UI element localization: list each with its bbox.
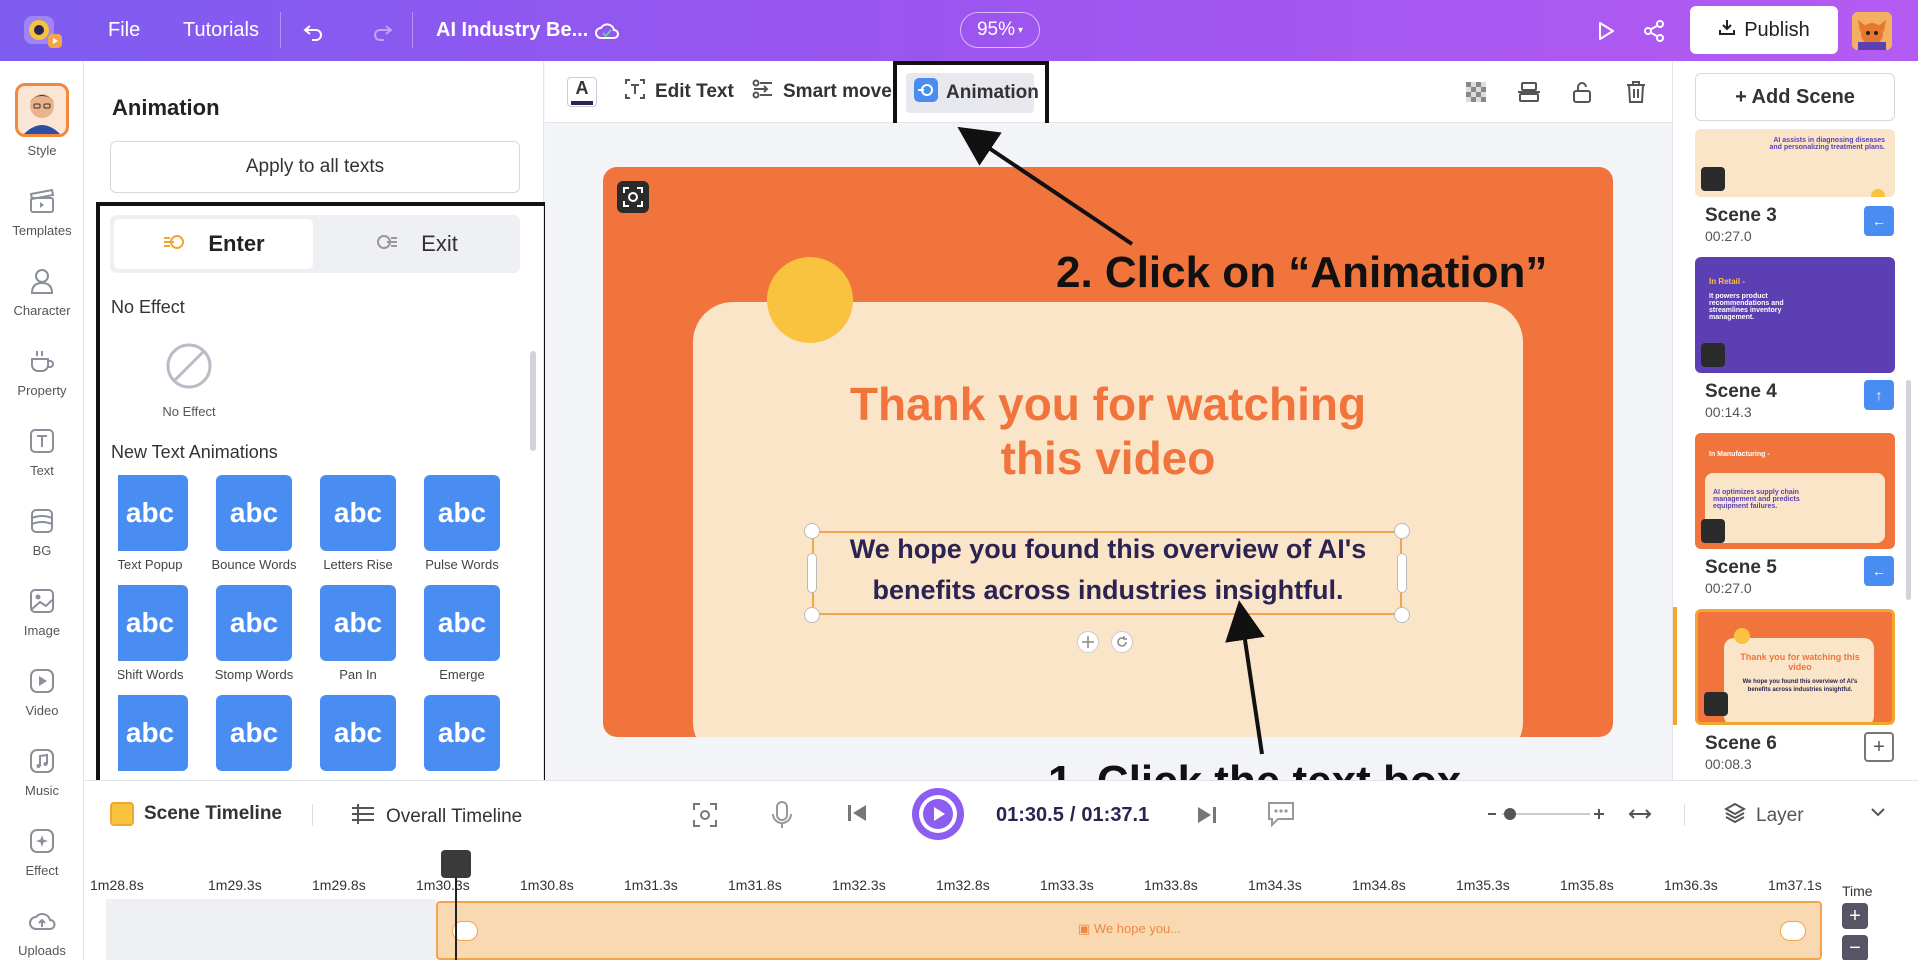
ruler-tick: 1m30.8s — [520, 877, 574, 893]
scene-label: Scene 6 — [1705, 733, 1777, 754]
time-zoom-out-icon[interactable]: − — [1842, 935, 1868, 960]
ruler-tick: 1m37.1s — [1768, 877, 1822, 893]
scenes-scrollbar[interactable] — [1906, 380, 1911, 600]
scene-transition-up-icon[interactable]: ↑ — [1864, 380, 1894, 410]
scene-thumb-5[interactable]: In Manufacturing - AI optimizes supply c… — [1695, 433, 1895, 549]
time-zoom-in-icon[interactable]: + — [1842, 903, 1868, 929]
ruler-tick: 1m33.8s — [1144, 877, 1198, 893]
text-track-clip[interactable]: ▣ We hope you... — [436, 901, 1822, 960]
ruler-tick: 1m34.3s — [1248, 877, 1302, 893]
total-time: 01:37.1 — [1081, 804, 1150, 826]
ruler-tick: 1m35.3s — [1456, 877, 1510, 893]
scene-transition-left-icon[interactable]: ← — [1864, 556, 1894, 586]
scene-label: Scene 3 — [1705, 205, 1777, 226]
current-scene-indicator — [1673, 607, 1677, 725]
ruler-tick: 1m31.3s — [624, 877, 678, 893]
time-readout: 01:30.5 / 01:37.1 — [996, 804, 1150, 826]
layers-icon — [1723, 802, 1747, 830]
chevron-down-icon[interactable] — [1868, 802, 1888, 822]
timeline-ruler: 1m28.8s 1m29.3s 1m29.8s 1m30.3s 1m30.8s … — [84, 877, 1824, 899]
current-time: 01:30.5 — [996, 804, 1064, 826]
ruler-tick: 1m29.3s — [208, 877, 262, 893]
overall-timeline-tab[interactable]: Overall Timeline — [350, 802, 522, 832]
skip-back-icon[interactable] — [846, 802, 868, 824]
scene-transition-left-icon[interactable]: ← — [1864, 206, 1894, 236]
track-clip-label: ▣ We hope you... — [1078, 921, 1182, 936]
camera-focus-icon — [1701, 519, 1725, 543]
scene-thumb-4[interactable]: In Retail - It powers product recommenda… — [1695, 257, 1895, 373]
ruler-tick: 1m32.3s — [832, 877, 886, 893]
ruler-tick: 1m28.8s — [90, 877, 144, 893]
ruler-tick: 1m35.8s — [1560, 877, 1614, 893]
exit-animation-marker-icon[interactable] — [1780, 921, 1806, 941]
scene-label: Scene 4 — [1705, 381, 1777, 402]
scene-thumb-top[interactable]: AI assists in diagnosing diseases and pe… — [1695, 129, 1895, 197]
empty-track-area — [106, 899, 436, 960]
playhead-line — [455, 878, 457, 960]
camera-focus-icon — [1701, 343, 1725, 367]
ruler-tick: 1m36.3s — [1664, 877, 1718, 893]
yellow-circle-shape — [1871, 189, 1885, 197]
text-icon: ▣ — [1078, 921, 1091, 936]
scene-time: 00:27.0 — [1705, 228, 1752, 244]
divider — [312, 804, 313, 826]
subtitles-icon[interactable] — [1266, 800, 1296, 828]
playhead-handle[interactable] — [441, 850, 471, 878]
ruler-tick: 1m29.8s — [312, 877, 366, 893]
fit-width-icon[interactable] — [1628, 802, 1652, 826]
focus-camera-icon[interactable] — [692, 802, 718, 828]
add-scene-plus-icon[interactable]: + — [1864, 732, 1894, 762]
ruler-tick: 1m34.8s — [1352, 877, 1406, 893]
play-button[interactable] — [912, 788, 964, 840]
overall-timeline-icon — [350, 802, 376, 832]
add-scene-button[interactable]: + Add Scene — [1695, 73, 1895, 121]
ruler-tick: 1m32.8s — [936, 877, 990, 893]
ruler-tick: 1m33.3s — [1040, 877, 1094, 893]
divider — [1684, 804, 1685, 826]
scene-label: Scene 5 — [1705, 557, 1777, 578]
scene-timeline-tab[interactable]: Scene Timeline — [110, 802, 282, 826]
scene-time: 00:14.3 — [1705, 404, 1752, 420]
scene-thumb-6[interactable]: Thank you for watching this video We hop… — [1695, 609, 1895, 725]
time-zoom-label: Time — [1842, 883, 1873, 899]
annotation-step-2: 2. Click on “Animation” — [1056, 248, 1548, 297]
timeline-zoom-slider[interactable] — [1486, 802, 1606, 826]
layer-button[interactable]: Layer — [1723, 802, 1804, 830]
skip-forward-icon[interactable] — [1196, 804, 1218, 826]
camera-focus-icon — [1701, 167, 1725, 191]
ruler-tick: 1m30.3s — [416, 877, 470, 893]
microphone-icon[interactable] — [770, 800, 794, 830]
camera-focus-icon — [1704, 692, 1728, 716]
scene-timeline-icon — [110, 802, 134, 826]
scene-time: 00:27.0 — [1705, 580, 1752, 596]
scenes-panel: + Add Scene AI assists in diagnosing dis… — [1672, 61, 1918, 780]
scene-time: 00:08.3 — [1705, 756, 1752, 772]
ruler-tick: 1m31.8s — [728, 877, 782, 893]
